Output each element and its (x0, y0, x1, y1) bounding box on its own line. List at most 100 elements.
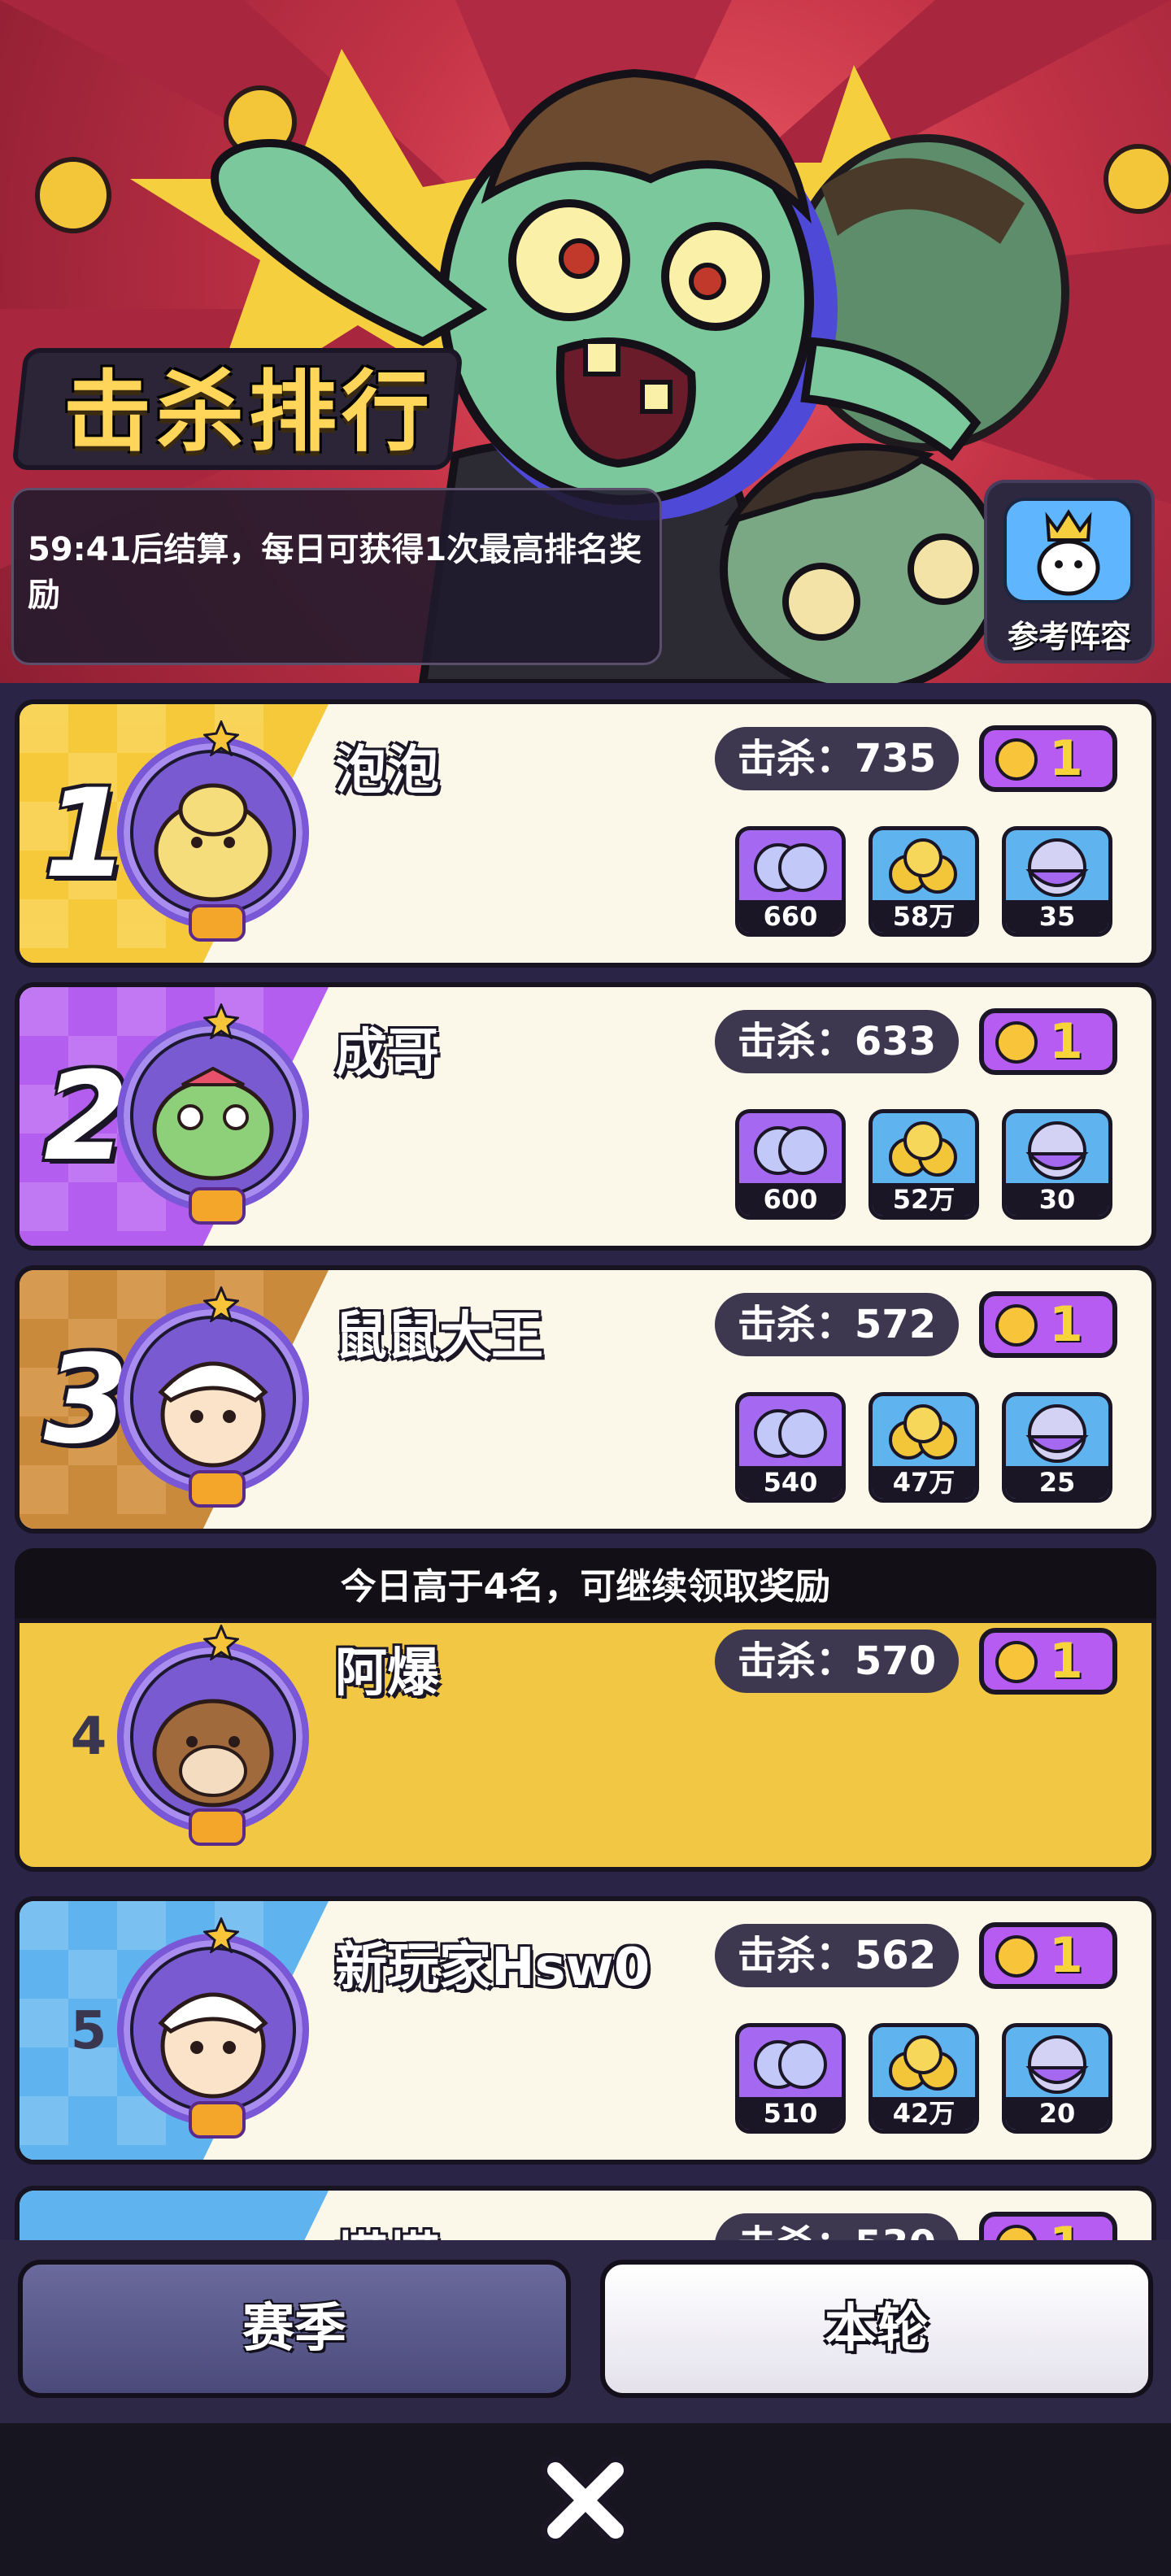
reward-candy[interactable]: 47万 (868, 1392, 979, 1503)
reward-amount: 35 (1006, 900, 1108, 933)
gem-orbs-icon (754, 1409, 827, 1458)
avatar-star-icon (203, 720, 239, 756)
avatar-boy-cap-icon (133, 1319, 293, 1478)
avatar-hamster-icon (133, 753, 293, 912)
reward-amount: 540 (739, 1466, 842, 1499)
reward-list: 510 42万 20 (735, 2023, 1142, 2137)
reference-lineup-label: 参考阵容 (1007, 619, 1131, 655)
gem-orbs-icon (754, 2040, 827, 2089)
ghost-king-icon (1003, 498, 1134, 603)
skull-icon (995, 2225, 1038, 2240)
reward-capsule[interactable]: 35 (1002, 826, 1112, 937)
reward-gems[interactable]: 510 (735, 2023, 846, 2134)
leaderboard-row: 5 新玩家Hsw0 击杀：562 1 510 42万 20 (15, 1896, 1156, 2165)
kill-count: 击杀：572 (715, 1293, 959, 1356)
capsule-icon (1025, 1404, 1089, 1463)
tab-bar: 赛季 本轮 (0, 2240, 1171, 2423)
rank-badge-value: 1 (1049, 2217, 1083, 2240)
player-name: 成哥 (335, 1024, 439, 1084)
reward-amount: 58万 (873, 900, 975, 933)
capsule-icon (1025, 1121, 1089, 1180)
avatar-star-icon (203, 1003, 239, 1039)
reward-amount: 510 (739, 2097, 842, 2130)
level-badge-icon (189, 1470, 246, 1508)
rank-badge-value: 1 (1049, 1296, 1083, 1353)
avatar-star-icon (203, 1625, 239, 1660)
kill-count: 击杀：562 (715, 1924, 959, 1987)
leaderboard-row: 3 鼠鼠大王 击杀：572 1 540 47万 25 (15, 1265, 1156, 1534)
tab-current-round[interactable]: 本轮 (600, 2260, 1153, 2398)
rank-badge-value: 1 (1049, 1927, 1083, 1984)
leaderboard-row: 1 泡泡 击杀：735 1 660 58万 35 (15, 699, 1156, 968)
rank-badge: 1 (979, 1922, 1117, 1989)
rank-badge-value: 1 (1049, 1633, 1083, 1690)
skull-icon (995, 1935, 1038, 1978)
reward-list: 600 52万 30 (735, 1109, 1142, 1223)
reward-capsule[interactable]: 25 (1002, 1392, 1112, 1503)
gem-orbs-icon (754, 843, 827, 892)
candy-pile-icon (889, 838, 957, 894)
reward-gems[interactable]: 660 (735, 826, 846, 937)
skull-icon (995, 1641, 1038, 1683)
kill-count: 击杀：633 (715, 1010, 959, 1073)
rank-badge: 1 (979, 1008, 1117, 1075)
settlement-info: 59:41后结算，每日可获得1次最高排名奖励 (28, 531, 642, 614)
avatar-star-icon (203, 1917, 239, 1953)
rank-badge-value: 1 (1049, 730, 1083, 787)
reward-amount: 52万 (873, 1183, 975, 1216)
leaderboard-row: 塔塔 击杀：530 1 (15, 2186, 1156, 2240)
reward-list: 660 58万 35 (735, 826, 1142, 940)
reward-capsule[interactable]: 30 (1002, 1109, 1112, 1220)
reward-list: 540 47万 25 (735, 1392, 1142, 1506)
level-badge-icon (189, 2101, 246, 2139)
reward-gems[interactable]: 540 (735, 1392, 846, 1503)
avatar-otter-icon (133, 1657, 293, 1817)
skull-icon (995, 738, 1038, 781)
tab-season[interactable]: 赛季 (18, 2260, 571, 2398)
candy-pile-icon (889, 2035, 957, 2091)
header-banner: 击杀排行 59:41后结算，每日可获得1次最高排名奖励 参考阵容 (0, 0, 1171, 683)
reward-notice-bar: 今日高于4名，可继续领取奖励 (15, 1548, 1156, 1626)
reward-amount: 660 (739, 900, 842, 933)
kill-count: 击杀：735 (715, 727, 959, 790)
kill-count: 击杀：530 (715, 2213, 959, 2240)
level-badge-icon (189, 1808, 246, 1846)
reward-amount: 42万 (873, 2097, 975, 2130)
reward-amount: 25 (1006, 1466, 1108, 1499)
rank-badge: 1 (979, 725, 1117, 792)
level-badge-icon (189, 1187, 246, 1225)
player-name: 新玩家Hsw0 (335, 1938, 651, 1998)
skull-icon (995, 1304, 1038, 1347)
reward-candy[interactable]: 52万 (868, 1109, 979, 1220)
leaderboard-row-self: 4 阿爆 击杀：570 1 (15, 1618, 1156, 1872)
player-name: 泡泡 (335, 741, 439, 801)
rank-badge: 1 (979, 1628, 1117, 1695)
reward-amount: 600 (739, 1183, 842, 1216)
avatar-frog-icon (133, 1036, 293, 1195)
player-name: 阿爆 (335, 1643, 439, 1704)
candy-pile-icon (889, 1404, 957, 1460)
reward-candy[interactable]: 42万 (868, 2023, 979, 2134)
avatar-boy-cap-icon (133, 1950, 293, 2109)
rank-stripe (20, 2191, 329, 2240)
rank-badge-value: 1 (1049, 1013, 1083, 1070)
skull-icon (995, 1021, 1038, 1064)
candy-pile-icon (889, 1121, 957, 1177)
reward-candy[interactable]: 58万 (868, 826, 979, 937)
reward-amount: 47万 (873, 1466, 975, 1499)
capsule-icon (1025, 838, 1089, 897)
page-title: 击杀排行 (63, 362, 435, 463)
leaderboard-row: 2 成哥 击杀：633 1 600 52万 30 (15, 982, 1156, 1251)
capsule-icon (1025, 2035, 1089, 2094)
gem-orbs-icon (754, 1126, 827, 1175)
reward-capsule[interactable]: 20 (1002, 2023, 1112, 2134)
player-name: 鼠鼠大王 (335, 1307, 543, 1367)
close-icon[interactable] (541, 2456, 630, 2545)
level-badge-icon (189, 904, 246, 942)
reward-gems[interactable]: 600 (735, 1109, 846, 1220)
kill-count: 击杀：570 (715, 1630, 959, 1693)
reward-amount: 30 (1006, 1183, 1108, 1216)
reward-amount: 20 (1006, 2097, 1108, 2130)
rank-badge: 1 (979, 2212, 1117, 2240)
leaderboard-list[interactable]: 1 泡泡 击杀：735 1 660 58万 35 2 成哥 击杀：633 1 6… (0, 683, 1171, 2240)
